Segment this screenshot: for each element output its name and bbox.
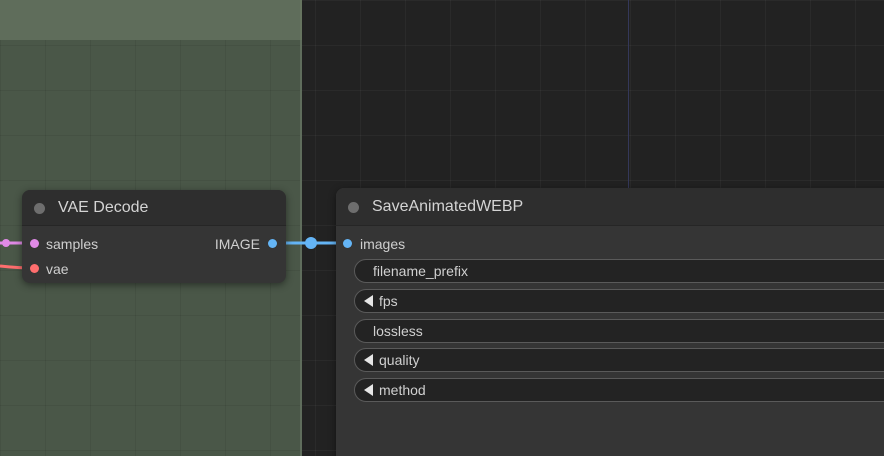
vae-decode-node[interactable]: VAE Decode samples vae IMAGE [22, 190, 286, 283]
input-slot-images[interactable]: images [336, 234, 476, 254]
samples-slot-label: samples [46, 236, 99, 252]
lossless-widget[interactable]: lossless [354, 319, 884, 343]
fps-widget[interactable]: fps [354, 289, 884, 313]
save-webp-title: SaveAnimatedWEBP [372, 198, 524, 215]
vae-decode-title: VAE Decode [58, 199, 149, 216]
image-link-midpoint[interactable] [305, 237, 317, 249]
save-animated-webp-node[interactable]: SaveAnimatedWEBP images filename_prefix … [336, 188, 884, 456]
vae-slot-label: vae [46, 261, 69, 277]
node-collapse-dot[interactable] [34, 203, 45, 214]
input-slot-samples[interactable]: samples [22, 234, 142, 254]
method-widget[interactable]: method [354, 378, 884, 402]
quality-widget[interactable]: quality [354, 348, 884, 372]
filename-prefix-label: filename_prefix [373, 263, 468, 279]
image-output-dot[interactable] [268, 239, 277, 248]
image-output-label: IMAGE [214, 236, 260, 252]
quality-label: quality [379, 352, 420, 368]
images-slot-dot[interactable] [343, 239, 352, 248]
decrement-arrow-icon[interactable] [364, 295, 373, 307]
output-slot-image[interactable]: IMAGE [172, 234, 286, 254]
lossless-label: lossless [373, 323, 423, 339]
method-label: method [379, 382, 426, 398]
node-collapse-dot[interactable] [348, 202, 359, 213]
vae-decode-title-bar[interactable]: VAE Decode [22, 190, 286, 226]
fps-label: fps [379, 293, 398, 309]
decrement-arrow-icon[interactable] [364, 384, 373, 396]
samples-slot-dot[interactable] [30, 239, 39, 248]
graph-canvas[interactable]: VAE Decode samples vae IMAGE SaveAnimate… [0, 0, 884, 456]
samples-link-dot [2, 239, 10, 247]
save-webp-title-bar[interactable]: SaveAnimatedWEBP [336, 188, 884, 226]
vae-slot-dot[interactable] [30, 264, 39, 273]
input-slot-vae[interactable]: vae [22, 259, 142, 279]
images-slot-label: images [360, 236, 406, 252]
decrement-arrow-icon[interactable] [364, 354, 373, 366]
filename-prefix-widget[interactable]: filename_prefix [354, 259, 884, 283]
